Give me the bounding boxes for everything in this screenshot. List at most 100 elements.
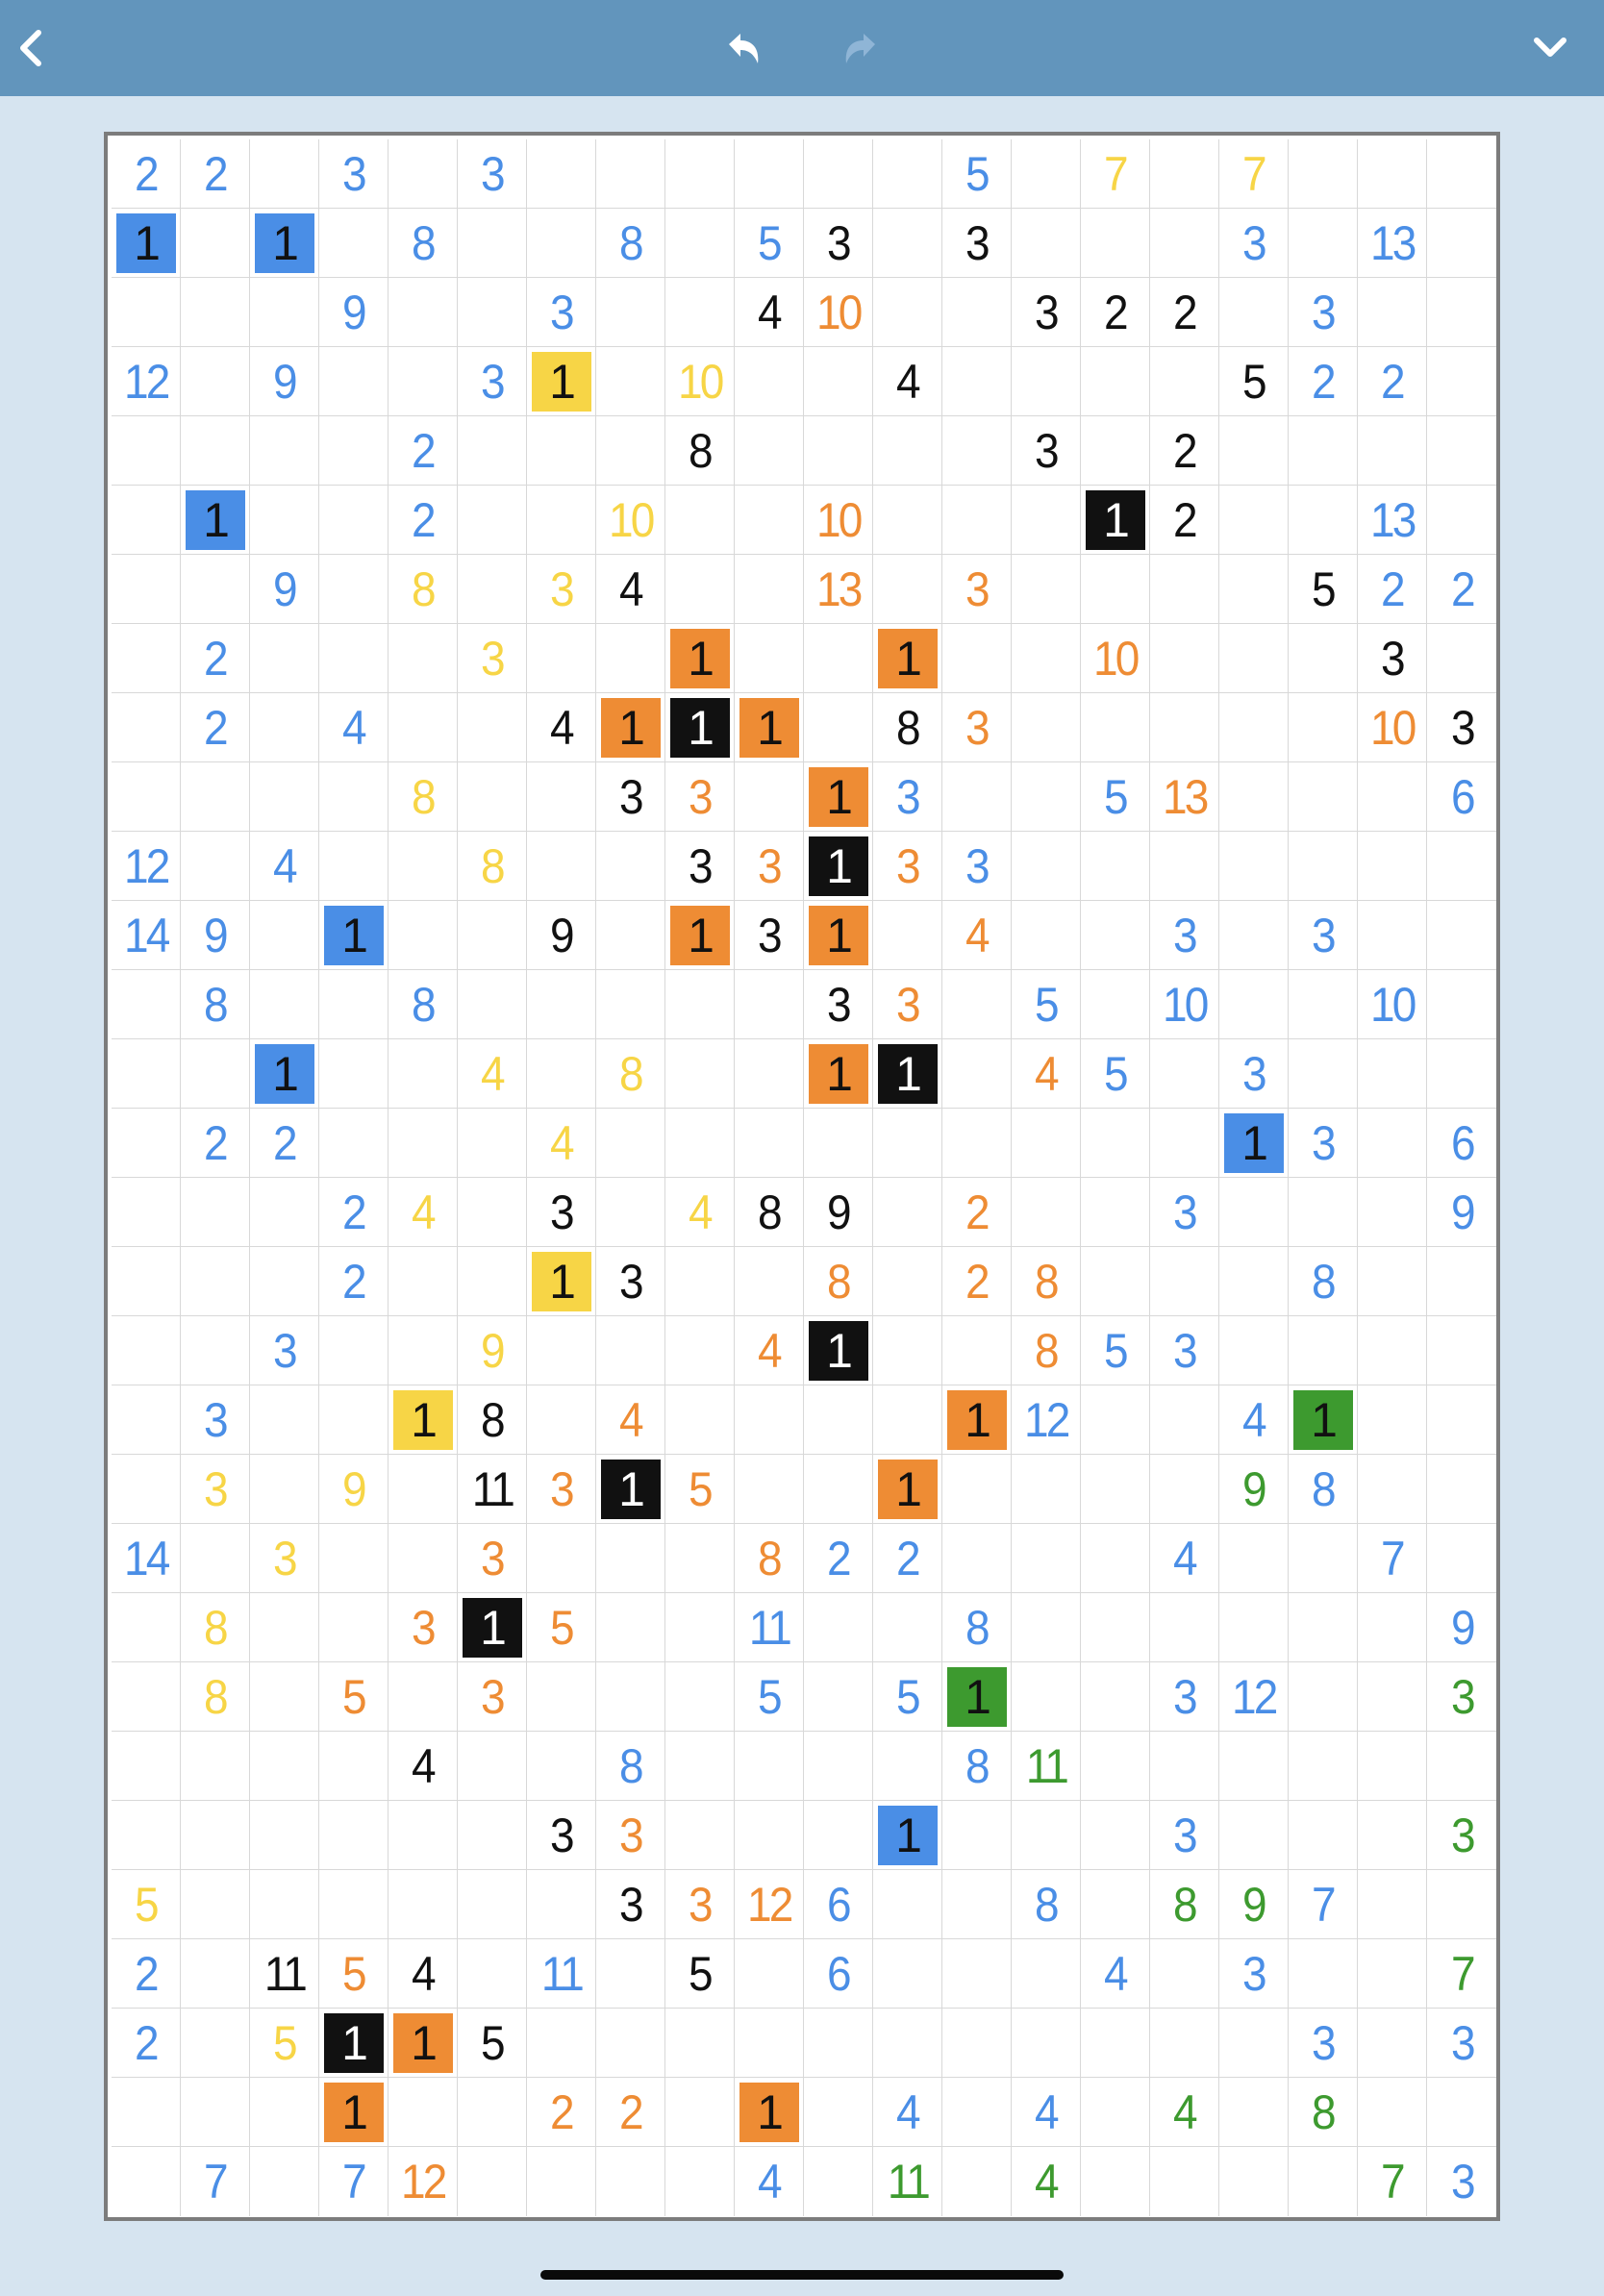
grid-cell[interactable]: 2 [942,1247,1012,1317]
grid-cell[interactable]: 1 [596,693,665,763]
grid-cell[interactable] [527,832,596,902]
grid-cell[interactable] [1219,416,1289,487]
grid-cell[interactable] [319,1316,388,1386]
grid-cell[interactable]: 3 [942,832,1012,902]
grid-cell[interactable] [1358,1870,1427,1940]
grid-cell[interactable]: 11 [458,1455,527,1525]
grid-cell[interactable] [1012,1662,1081,1733]
grid-cell[interactable]: 1 [1289,1385,1358,1456]
grid-cell[interactable] [1081,2009,1150,2079]
grid-cell[interactable] [735,1455,804,1525]
grid-cell[interactable]: 1 [388,2009,458,2079]
grid-cell[interactable] [1219,1316,1289,1386]
grid-cell[interactable] [804,1801,873,1871]
grid-cell[interactable]: 6 [1427,1109,1496,1179]
grid-cell[interactable] [1081,1455,1150,1525]
grid-cell[interactable]: 1 [804,1039,873,1110]
grid-cell[interactable]: 8 [181,1662,250,1733]
grid-cell[interactable] [181,1247,250,1317]
grid-cell[interactable] [1219,2078,1289,2148]
grid-cell[interactable] [319,1039,388,1110]
grid-cell[interactable] [527,1316,596,1386]
grid-cell[interactable]: 3 [527,1178,596,1248]
grid-cell[interactable] [596,1109,665,1179]
grid-cell[interactable] [250,1801,319,1871]
grid-cell[interactable] [1150,693,1219,763]
grid-cell[interactable]: 3 [1427,693,1496,763]
grid-cell[interactable] [1358,1039,1427,1110]
grid-cell[interactable] [527,486,596,556]
grid-cell[interactable] [1081,832,1150,902]
grid-cell[interactable] [1427,486,1496,556]
grid-cell[interactable]: 9 [804,1178,873,1248]
grid-cell[interactable]: 2 [1150,416,1219,487]
grid-cell[interactable]: 3 [942,555,1012,625]
grid-cell[interactable]: 5 [319,1939,388,2009]
grid-cell[interactable] [458,1732,527,1802]
grid-cell[interactable]: 3 [1427,1801,1496,1871]
grid-cell[interactable] [1150,2147,1219,2217]
grid-cell[interactable] [596,1662,665,1733]
grid-cell[interactable] [319,762,388,833]
grid-cell[interactable]: 8 [1289,1247,1358,1317]
grid-cell[interactable]: 4 [250,832,319,902]
grid-cell[interactable] [665,1732,735,1802]
grid-cell[interactable]: 3 [388,1593,458,1663]
grid-cell[interactable]: 4 [319,693,388,763]
grid-cell[interactable]: 12 [1219,1662,1289,1733]
grid-cell[interactable]: 4 [942,901,1012,971]
grid-cell[interactable] [1012,624,1081,694]
grid-cell[interactable]: 9 [250,347,319,417]
grid-cell[interactable] [181,555,250,625]
grid-cell[interactable]: 2 [1427,555,1496,625]
grid-cell[interactable] [388,901,458,971]
grid-cell[interactable] [1012,2009,1081,2079]
grid-cell[interactable] [181,1870,250,1940]
grid-cell[interactable] [527,762,596,833]
grid-cell[interactable]: 4 [735,278,804,348]
grid-cell[interactable] [1219,1801,1289,1871]
grid-cell[interactable] [1358,1109,1427,1179]
grid-cell[interactable]: 5 [1081,1039,1150,1110]
grid-cell[interactable] [873,1385,942,1456]
grid-cell[interactable] [250,1732,319,1802]
grid-cell[interactable] [942,1039,1012,1110]
grid-cell[interactable]: 8 [181,1593,250,1663]
grid-cell[interactable] [1289,1939,1358,2009]
grid-cell[interactable] [1150,347,1219,417]
grid-cell[interactable]: 8 [388,762,458,833]
grid-cell[interactable] [1219,693,1289,763]
grid-cell[interactable]: 8 [942,1732,1012,1802]
grid-cell[interactable] [112,555,181,625]
grid-cell[interactable] [388,1455,458,1525]
grid-cell[interactable] [388,693,458,763]
grid-cell[interactable] [1358,416,1427,487]
grid-cell[interactable] [942,278,1012,348]
grid-cell[interactable]: 3 [458,139,527,210]
grid-cell[interactable] [250,416,319,487]
grid-cell[interactable]: 1 [942,1385,1012,1456]
back-button[interactable] [0,17,62,79]
grid-cell[interactable] [181,1178,250,1248]
grid-cell[interactable]: 2 [1358,555,1427,625]
grid-cell[interactable] [735,1109,804,1179]
grid-cell[interactable]: 3 [942,209,1012,279]
grid-cell[interactable] [873,1732,942,1802]
grid-cell[interactable]: 7 [319,2147,388,2217]
grid-cell[interactable] [112,624,181,694]
grid-cell[interactable] [1427,1385,1496,1456]
grid-cell[interactable]: 10 [665,347,735,417]
grid-cell[interactable]: 1 [250,1039,319,1110]
grid-cell[interactable] [665,970,735,1040]
grid-cell[interactable] [596,624,665,694]
grid-cell[interactable] [181,1524,250,1594]
grid-cell[interactable] [665,1039,735,1110]
grid-cell[interactable] [1081,347,1150,417]
grid-cell[interactable]: 9 [250,555,319,625]
grid-cell[interactable] [873,486,942,556]
grid-cell[interactable] [735,1385,804,1456]
grid-cell[interactable] [1427,1524,1496,1594]
grid-cell[interactable]: 12 [112,832,181,902]
grid-cell[interactable]: 1 [527,1247,596,1317]
grid-cell[interactable]: 3 [1289,278,1358,348]
